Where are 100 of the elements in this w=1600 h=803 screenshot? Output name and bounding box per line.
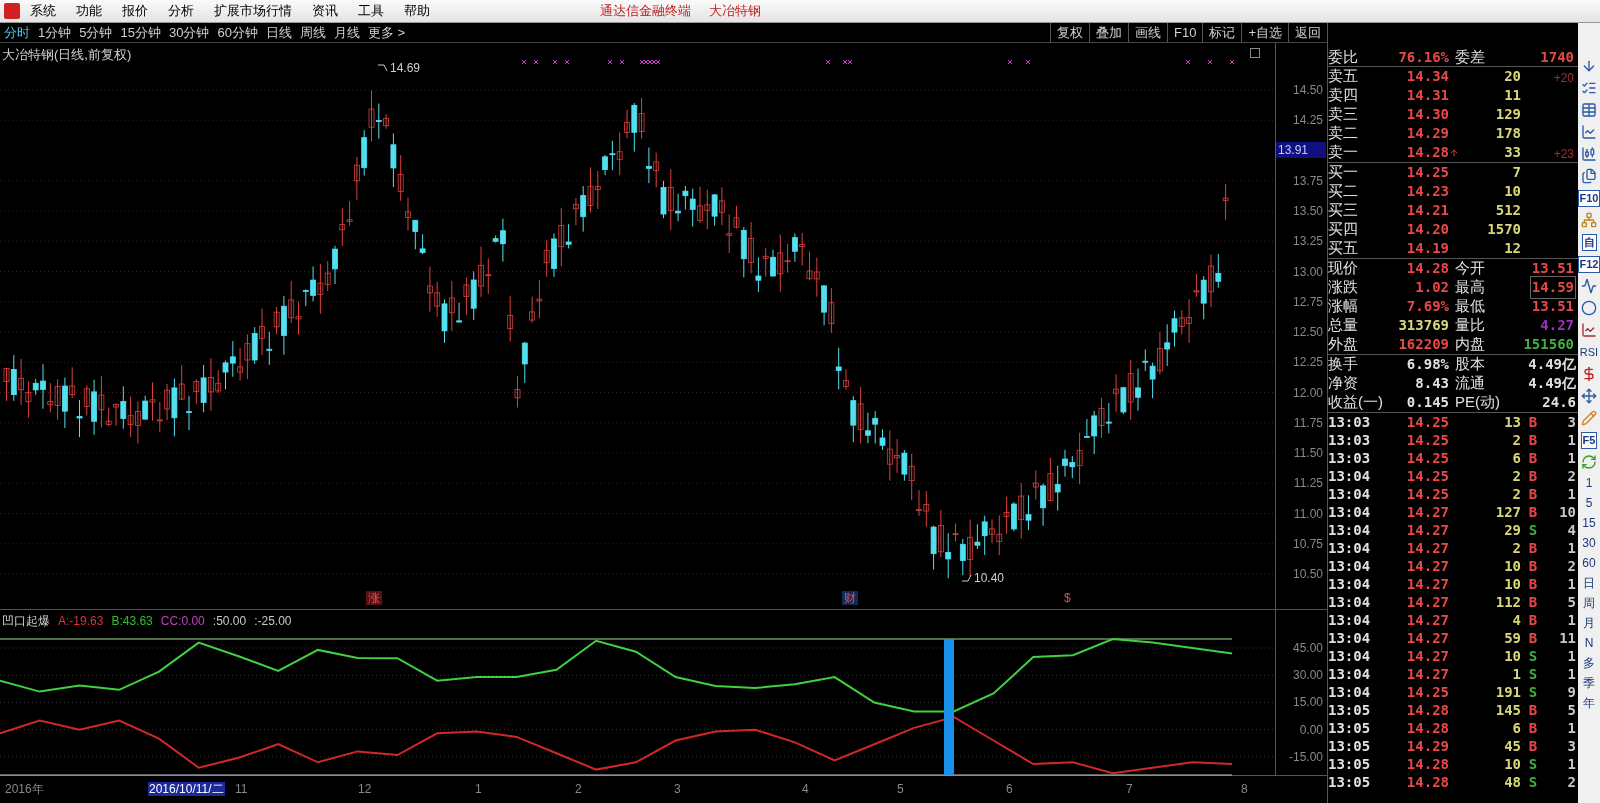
toolbar-button[interactable]: 叠加: [1089, 23, 1128, 42]
period-tab[interactable]: 60分钟: [213, 22, 262, 43]
order-price: 14.23: [1405, 182, 1449, 201]
period-shortcut[interactable]: N: [1584, 637, 1594, 649]
menu-item[interactable]: 帮助: [404, 1, 430, 21]
stat-value: 13.51: [1530, 297, 1575, 316]
event-marker[interactable]: $: [1062, 591, 1073, 605]
toolbar-button[interactable]: 标记: [1202, 23, 1242, 42]
tree-icon[interactable]: [1581, 212, 1597, 228]
trade-price: 14.25: [1405, 430, 1449, 450]
f10-button[interactable]: F10: [1577, 189, 1600, 207]
checklist-icon[interactable]: [1581, 80, 1597, 96]
period-tab[interactable]: 月线: [329, 22, 364, 43]
order-level-label: 买二: [1328, 181, 1359, 202]
period-shortcut[interactable]: 60: [1582, 557, 1596, 569]
move-icon[interactable]: [1581, 388, 1597, 404]
trade-volume: 127: [1494, 502, 1521, 522]
trade-count: 2: [1566, 556, 1577, 576]
trade-volume: 2: [1511, 466, 1521, 486]
line-chart-icon[interactable]: [1581, 124, 1597, 140]
stat-value: 24.6: [1541, 393, 1577, 412]
period-tab[interactable]: 更多 >: [363, 22, 410, 43]
order-level-label: 卖三: [1328, 104, 1359, 125]
period-shortcut[interactable]: 1: [1585, 477, 1593, 489]
period-shortcut[interactable]: 季: [1583, 677, 1595, 689]
trade-count: 1: [1566, 538, 1577, 558]
trade-count: 5: [1566, 700, 1577, 720]
stat-label: 现价: [1328, 258, 1359, 279]
period-shortcut[interactable]: 5: [1585, 497, 1593, 509]
stat-value: 162209: [1397, 335, 1449, 354]
menu-item[interactable]: 分析: [168, 1, 194, 21]
toolbar-button[interactable]: 返回: [1288, 23, 1327, 42]
trade-price: 14.29: [1405, 736, 1449, 756]
trade-volume: 1: [1511, 664, 1521, 684]
stat-value: 313769: [1397, 316, 1449, 335]
period-shortcut[interactable]: 年: [1583, 697, 1595, 709]
price-axis-label: 13.00: [1292, 265, 1323, 278]
circle-icon[interactable]: [1581, 300, 1597, 316]
menu-item[interactable]: 功能: [76, 1, 102, 21]
period-shortcut[interactable]: 多: [1583, 657, 1595, 669]
window-title: 大冶特钢: [709, 2, 761, 21]
menu-item[interactable]: 工具: [358, 1, 384, 21]
trade-time: 13:04: [1328, 628, 1372, 648]
period-shortcut[interactable]: 15: [1582, 517, 1596, 529]
f12-button[interactable]: F12: [1577, 255, 1600, 273]
period-tab[interactable]: 30分钟: [164, 22, 214, 43]
trade-time: 13:03: [1328, 412, 1372, 432]
indicator-legend: :50.00: [212, 612, 247, 630]
period-tab[interactable]: 1分钟: [34, 22, 76, 43]
order-volume: 33: [1503, 143, 1521, 162]
period-shortcut[interactable]: 日: [1583, 577, 1595, 589]
menu-item[interactable]: 扩展市场行情: [214, 1, 292, 21]
period-tab[interactable]: 分时: [0, 22, 34, 43]
trade-price: 14.27: [1405, 502, 1449, 522]
period-tab[interactable]: 5分钟: [75, 22, 117, 43]
period-tab[interactable]: 日线: [261, 22, 296, 43]
trade-count: 3: [1566, 412, 1577, 432]
trade-price: 14.27: [1405, 646, 1449, 666]
self-select-button[interactable]: 自: [1581, 233, 1597, 251]
toolbar-button[interactable]: F10: [1167, 23, 1203, 42]
pencil-icon[interactable]: [1581, 410, 1597, 426]
toolbar-button[interactable]: 复权: [1050, 23, 1089, 42]
menu-item[interactable]: 系统: [30, 1, 56, 21]
trade-side: B: [1527, 412, 1539, 432]
price-axis-label: 14.25: [1292, 114, 1323, 127]
menu-item[interactable]: 报价: [122, 1, 148, 21]
order-price: 14.19: [1405, 239, 1449, 258]
period-tab[interactable]: 周线: [295, 22, 330, 43]
menu-item[interactable]: 资讯: [312, 1, 338, 21]
table-icon[interactable]: [1581, 102, 1597, 118]
trade-price: 14.27: [1405, 556, 1449, 576]
trade-side: S: [1527, 772, 1539, 792]
toolbar-button[interactable]: 画线: [1128, 23, 1167, 42]
stat-label: PE(动): [1454, 392, 1501, 413]
toolbar-button[interactable]: +自选: [1241, 23, 1288, 42]
event-marker[interactable]: 涨: [366, 591, 382, 605]
stat-label: 内盘: [1454, 334, 1486, 355]
order-price: 14.20: [1405, 220, 1449, 239]
indicator-axis-label: 15.00: [1292, 696, 1323, 709]
period-shortcut[interactable]: 周: [1583, 597, 1595, 609]
indicator-legend: :-19.63: [66, 612, 104, 630]
stat-label: 今开: [1454, 258, 1486, 279]
candlestick-icon[interactable]: [1581, 146, 1597, 162]
quote-label: 委差: [1454, 46, 1485, 67]
trade-count: 2: [1566, 772, 1577, 792]
dollar-icon[interactable]: [1581, 366, 1597, 382]
period-tab[interactable]: 15分钟: [116, 22, 165, 43]
period-shortcut[interactable]: 30: [1582, 537, 1596, 549]
order-change: +20: [1553, 70, 1574, 85]
chart-tool-icon[interactable]: [1250, 48, 1260, 58]
documents-icon[interactable]: [1581, 168, 1597, 184]
refresh-icon[interactable]: [1581, 454, 1597, 470]
order-price: 14.31: [1405, 86, 1449, 105]
event-marker[interactable]: 财: [842, 591, 858, 605]
f5-button[interactable]: F5: [1580, 431, 1598, 449]
price-axis-label: 11.25: [1293, 477, 1323, 490]
trade-time: 13:04: [1328, 466, 1372, 486]
rsi-button[interactable]: RSI: [1579, 346, 1599, 358]
period-shortcut[interactable]: 月: [1583, 617, 1595, 629]
stat-label: 净资: [1328, 373, 1359, 394]
